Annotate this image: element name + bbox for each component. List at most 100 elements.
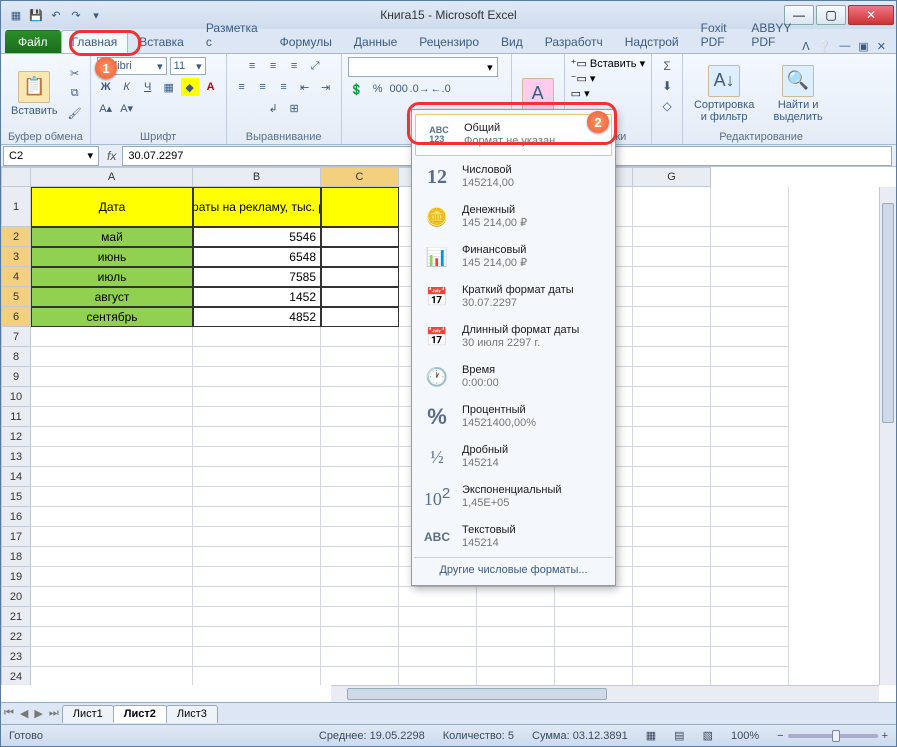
cell[interactable] — [711, 247, 789, 267]
cell[interactable] — [321, 587, 399, 607]
row-header[interactable]: 8 — [1, 347, 31, 367]
cell[interactable] — [31, 647, 193, 667]
row-header[interactable]: 20 — [1, 587, 31, 607]
number-format-combo[interactable]: ▾ — [348, 57, 498, 77]
cell[interactable] — [31, 547, 193, 567]
tab-nav-last[interactable]: ⏭ — [46, 707, 62, 720]
merge-icon[interactable]: ⊞ — [285, 99, 303, 117]
cell[interactable] — [31, 607, 193, 627]
qat-more-icon[interactable]: ▾ — [87, 6, 105, 24]
tab-addins[interactable]: Надстрой — [614, 30, 690, 53]
align-left-icon[interactable]: ≡ — [233, 78, 251, 96]
row-header[interactable]: 4 — [1, 267, 31, 287]
accounting-format-icon[interactable]: 💲 — [348, 80, 366, 98]
increase-font-icon[interactable]: A▴ — [97, 99, 115, 117]
cell[interactable] — [633, 487, 711, 507]
row-header[interactable]: 22 — [1, 627, 31, 647]
sheet-tab[interactable]: Лист2 — [113, 705, 167, 723]
row-header[interactable]: 18 — [1, 547, 31, 567]
doc-restore-icon[interactable]: ▣ — [858, 40, 868, 53]
cell[interactable] — [711, 407, 789, 427]
tab-review[interactable]: Рецензиро — [408, 30, 490, 53]
cell[interactable]: 7585 — [193, 267, 321, 287]
fx-icon[interactable]: fx — [101, 149, 122, 163]
cell[interactable] — [193, 587, 321, 607]
insert-cells-button[interactable]: ⁺▭ Вставить ▾ — [571, 57, 645, 70]
cell[interactable] — [555, 647, 633, 667]
format-option[interactable]: 🕐Время0:00:00 — [414, 357, 613, 397]
format-option[interactable]: ABC123ОбщийФормат не указан — [415, 114, 612, 156]
cell[interactable] — [711, 627, 789, 647]
view-layout-icon[interactable]: ▤ — [674, 729, 684, 742]
cell[interactable] — [711, 367, 789, 387]
zoom-level[interactable]: 100% — [731, 730, 759, 742]
cell[interactable] — [711, 527, 789, 547]
cell[interactable] — [321, 447, 399, 467]
maximize-button[interactable]: ▢ — [816, 5, 846, 25]
wrap-text-icon[interactable]: ↲ — [264, 99, 282, 117]
bold-button[interactable]: Ж — [97, 78, 115, 96]
cell[interactable] — [711, 567, 789, 587]
select-all-corner[interactable] — [1, 167, 31, 187]
scroll-thumb[interactable] — [882, 203, 894, 423]
cell[interactable] — [633, 567, 711, 587]
row-header[interactable]: 10 — [1, 387, 31, 407]
cell[interactable]: Дата — [31, 187, 193, 227]
cell[interactable] — [711, 267, 789, 287]
cell[interactable] — [321, 627, 399, 647]
fill-icon[interactable]: ⬇ — [658, 77, 676, 95]
cell[interactable] — [31, 347, 193, 367]
help-icon[interactable]: ❔ — [818, 40, 832, 53]
format-option[interactable]: 📅Краткий формат даты30.07.2297 — [414, 277, 613, 317]
view-normal-icon[interactable]: ▦ — [646, 729, 656, 742]
cell[interactable] — [633, 247, 711, 267]
align-top-icon[interactable]: ≡ — [243, 57, 261, 75]
cell[interactable] — [711, 667, 789, 685]
cell[interactable] — [31, 627, 193, 647]
comma-format-icon[interactable]: 000 — [390, 80, 408, 98]
fill-color-button[interactable]: ◆ — [181, 78, 199, 96]
cell[interactable] — [477, 647, 555, 667]
cell[interactable] — [555, 607, 633, 627]
cell[interactable] — [633, 267, 711, 287]
decrease-font-icon[interactable]: A▾ — [118, 99, 136, 117]
cell[interactable] — [193, 547, 321, 567]
tab-abbyy[interactable]: ABBYY PDF — [740, 16, 802, 53]
cell[interactable] — [633, 367, 711, 387]
cell[interactable]: 1452 — [193, 287, 321, 307]
font-size-combo[interactable]: 11▾ — [170, 57, 206, 75]
copy-icon[interactable]: ⧉ — [66, 85, 84, 103]
tab-view[interactable]: Вид — [490, 30, 534, 53]
increase-decimal-icon[interactable]: .0→ — [411, 80, 429, 98]
cell[interactable] — [711, 287, 789, 307]
styles-button[interactable]: A — [518, 76, 558, 112]
doc-close-icon[interactable]: ✕ — [877, 40, 886, 53]
cell[interactable] — [193, 447, 321, 467]
cell[interactable]: Затраты на рекламу, тыс. руб. — [193, 187, 321, 227]
cell[interactable] — [193, 607, 321, 627]
cell[interactable] — [193, 647, 321, 667]
cell[interactable] — [711, 487, 789, 507]
scroll-thumb[interactable] — [347, 688, 607, 700]
cell[interactable]: июнь — [31, 247, 193, 267]
italic-button[interactable]: К — [118, 78, 136, 96]
cell[interactable] — [321, 327, 399, 347]
tab-data[interactable]: Данные — [343, 30, 408, 53]
cell[interactable] — [193, 387, 321, 407]
cell[interactable] — [711, 307, 789, 327]
find-select-button[interactable]: 🔍 Найти и выделить — [763, 63, 833, 125]
tab-nav-next[interactable]: ▶ — [31, 707, 45, 720]
row-header[interactable]: 9 — [1, 367, 31, 387]
cell[interactable] — [321, 467, 399, 487]
cell[interactable] — [193, 487, 321, 507]
cell[interactable] — [477, 587, 555, 607]
more-formats-link[interactable]: Другие числовые форматы... — [414, 557, 613, 582]
tab-home[interactable]: Главная — [61, 30, 129, 53]
cell[interactable] — [633, 407, 711, 427]
format-option[interactable]: 102Экспоненциальный1,45E+05 — [414, 477, 613, 517]
cell[interactable] — [321, 287, 399, 307]
vertical-scrollbar[interactable] — [879, 187, 896, 685]
cell[interactable] — [633, 507, 711, 527]
column-header[interactable]: G — [633, 167, 711, 187]
cell[interactable] — [399, 667, 477, 685]
